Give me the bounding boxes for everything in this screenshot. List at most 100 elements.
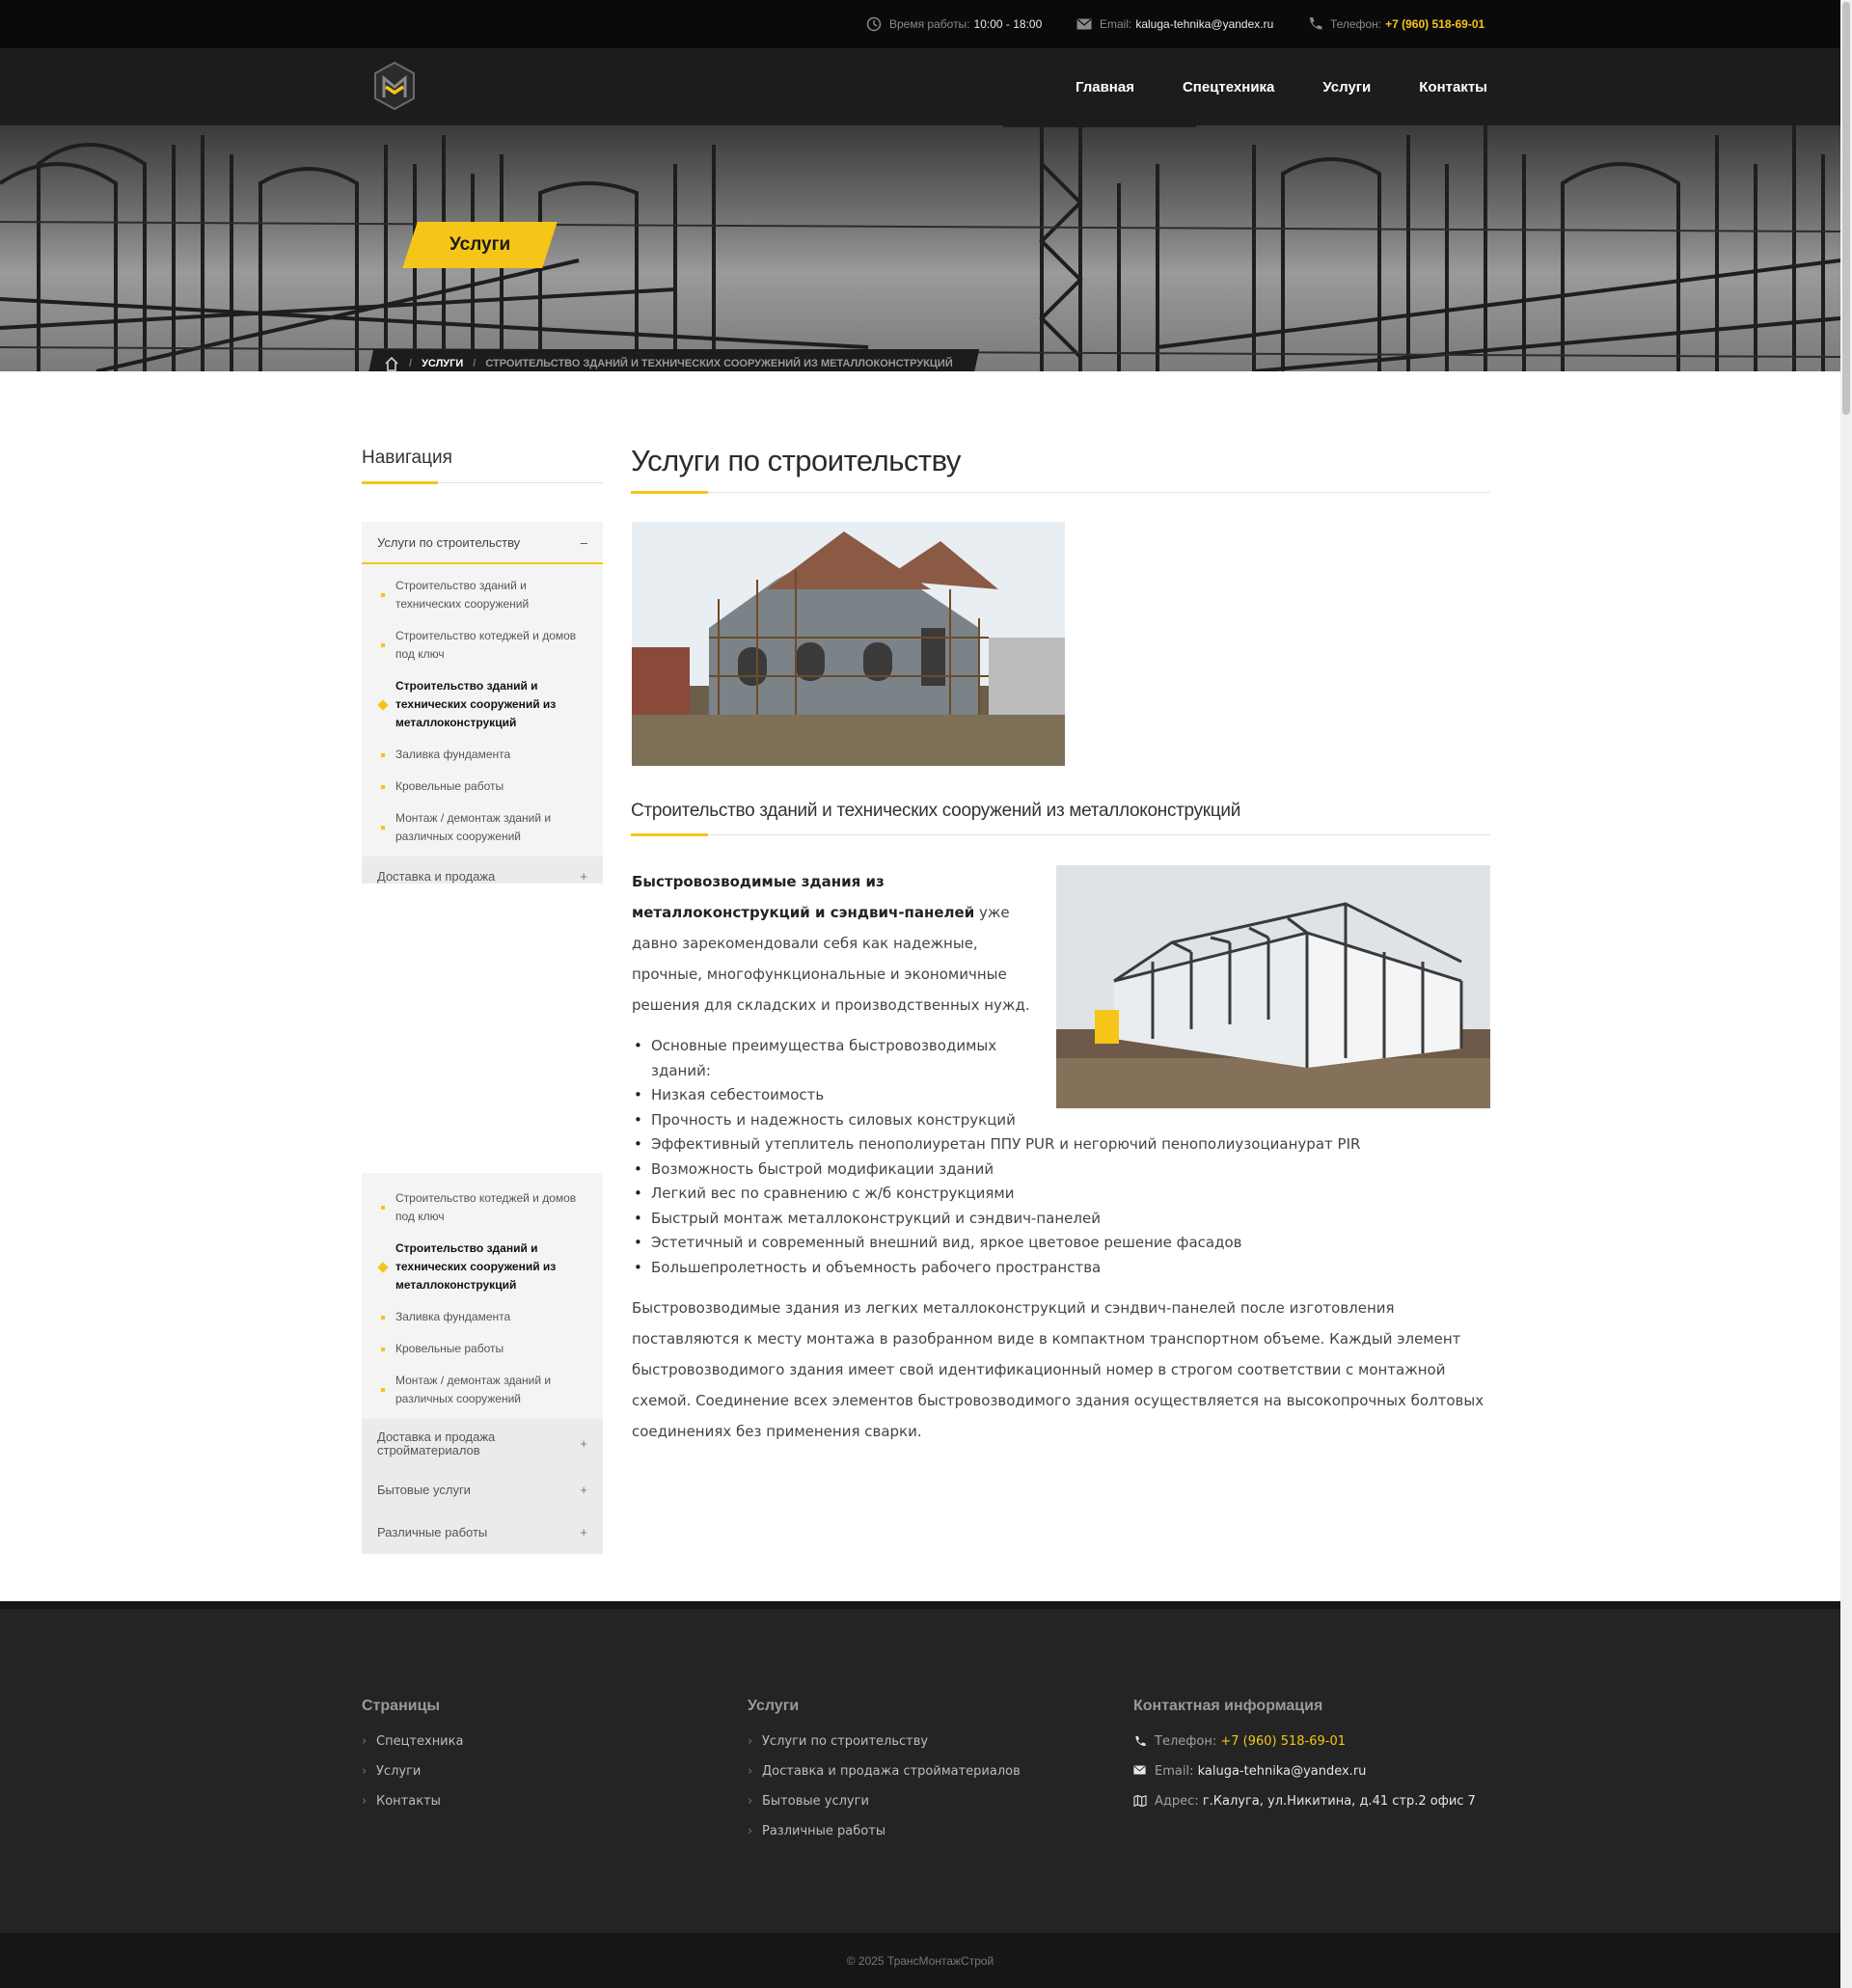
- footer-phone-label: Телефон:: [1155, 1734, 1217, 1749]
- footer-pages-column: Страницы Спецтехника Услуги Контакты: [362, 1698, 463, 1816]
- email-link[interactable]: kaluga-tehnika@yandex.ru: [1135, 17, 1273, 31]
- phone-icon: [1135, 1735, 1146, 1746]
- footer-services-column: Услуги Услуги по строительству Доставка …: [748, 1698, 1021, 1846]
- sidebar: Навигация Услуги по строительству – Стро…: [362, 448, 603, 1554]
- breadcrumb-current: Строительство зданий и технических соору…: [485, 358, 953, 369]
- footer-contacts-title: Контактная информация: [1133, 1698, 1323, 1714]
- sidebar-subitem[interactable]: Заливка фундамента: [362, 739, 603, 771]
- sidebar-subitem-active[interactable]: Строительство зданий и технических соору…: [362, 670, 603, 739]
- list-item: Легкий вес по сравнению с ж/б конструкци…: [632, 1182, 1490, 1207]
- main-content: Услуги по строительству Строительство зд…: [631, 444, 1490, 1440]
- footer-email-link[interactable]: kaluga-tehnika@yandex.ru: [1198, 1764, 1367, 1779]
- hours-label: Время работы:: [889, 17, 970, 31]
- footer-link[interactable]: Спецтехника: [362, 1727, 463, 1757]
- sidebar-category-label: Доставка и продажа стройматериалов: [377, 1430, 496, 1457]
- sidebar-category-construction[interactable]: Услуги по строительству –: [362, 522, 603, 564]
- nav-contacts[interactable]: Контакты: [1419, 79, 1487, 95]
- sidebar-subitem[interactable]: Монтаж / демонтаж зданий и различных соо…: [362, 803, 603, 853]
- sidebar-category-household[interactable]: Бытовые услуги +: [362, 1469, 603, 1511]
- breadcrumb-services[interactable]: Услуги: [422, 358, 463, 369]
- footer-address: Адрес: г.Калуга, ул.Никитина, д.41 стр.2…: [1133, 1786, 1476, 1816]
- phone-label: Телефон:: [1330, 17, 1382, 31]
- sidebar-menu-top: Услуги по строительству – Строительство …: [362, 522, 603, 884]
- list-item: Большепролетность и объемность рабочего …: [632, 1256, 1490, 1281]
- sidebar-subitem[interactable]: Строительство котеджей и домов под ключ: [362, 620, 603, 670]
- sidebar-subitem[interactable]: Кровельные работы: [362, 771, 603, 803]
- sidebar-subitem[interactable]: Строительство котеджей и домов под ключ: [362, 1183, 603, 1233]
- footer-top-strip: [0, 1601, 1840, 1609]
- section-title: Строительство зданий и технических соору…: [631, 801, 1490, 836]
- footer-link[interactable]: Бытовые услуги: [748, 1786, 1021, 1816]
- hero-banner: Услуги: [0, 125, 1840, 371]
- header: Главная Спецтехника Услуги Контакты: [0, 48, 1840, 125]
- breadcrumb: / Услуги / Строительство зданий и технич…: [384, 349, 953, 378]
- footer-link[interactable]: Контакты: [362, 1786, 463, 1816]
- sidebar-submenu: Строительство зданий и технических соору…: [362, 564, 603, 857]
- scrollbar-thumb[interactable]: [1842, 2, 1850, 415]
- footer-email-label: Email:: [1155, 1764, 1194, 1779]
- sidebar-category-label: Бытовые услуги: [377, 1483, 471, 1497]
- company-logo-icon[interactable]: [372, 61, 417, 111]
- copyright: © 2025 ТрансМонтажСтрой: [0, 1933, 1840, 1988]
- sidebar-subitem[interactable]: Строительство зданий и технических соору…: [362, 570, 603, 620]
- footer-link[interactable]: Услуги по строительству: [748, 1727, 1021, 1757]
- expand-icon[interactable]: +: [580, 870, 587, 884]
- sidebar-category-delivery[interactable]: Доставка и продажа стройматериалов +: [362, 1419, 603, 1469]
- intro-bold: Быстровозводимые здания из металлоконстр…: [632, 873, 975, 921]
- top-email: Email: kaluga-tehnika@yandex.ru: [1076, 0, 1273, 48]
- list-item: Прочность и надежность силовых конструкц…: [632, 1108, 1490, 1133]
- nav-machinery[interactable]: Спецтехника: [1183, 79, 1274, 95]
- page-title: Услуги по строительству: [631, 444, 1490, 494]
- main-nav: Главная Спецтехника Услуги Контакты: [1027, 48, 1487, 125]
- footer-link[interactable]: Доставка и продажа стройматериалов: [748, 1757, 1021, 1786]
- clock-icon: [866, 16, 882, 32]
- advantages-list: Основные преимущества быстровозводимых з…: [632, 1034, 1490, 1280]
- sidebar-subitem[interactable]: Заливка фундамента: [362, 1301, 603, 1333]
- footer-email: Email: kaluga-tehnika@yandex.ru: [1133, 1757, 1476, 1786]
- house-construction-photo: [632, 522, 1065, 766]
- home-icon[interactable]: [384, 356, 399, 371]
- intro-text: Быстровозводимые здания из металлоконстр…: [632, 866, 1037, 1021]
- sidebar-subitem[interactable]: Кровельные работы: [362, 1333, 603, 1365]
- list-item: Эстетичный и современный внешний вид, яр…: [632, 1231, 1490, 1256]
- sidebar-category-delivery-partial[interactable]: Доставка и продажа +: [362, 857, 603, 884]
- top-phone: Телефон: +7 (960) 518-69-01: [1307, 0, 1484, 48]
- envelope-icon: [1133, 1765, 1146, 1775]
- sidebar-category-misc[interactable]: Различные работы +: [362, 1511, 603, 1554]
- footer: Страницы Спецтехника Услуги Контакты Усл…: [0, 1609, 1840, 1933]
- expand-icon[interactable]: +: [580, 1526, 587, 1539]
- email-label: Email:: [1100, 17, 1132, 31]
- footer-pages-title: Страницы: [362, 1698, 441, 1714]
- sidebar-submenu: Строительство котеджей и домов под ключ …: [362, 1173, 603, 1419]
- map-icon: [1133, 1795, 1147, 1807]
- footer-services-title: Услуги: [748, 1698, 800, 1714]
- hours-value: 10:00 - 18:00: [973, 17, 1043, 31]
- footer-address-label: Адрес:: [1155, 1794, 1199, 1809]
- phone-link[interactable]: +7 (960) 518-69-01: [1385, 17, 1484, 31]
- sidebar-subitem-active[interactable]: Строительство зданий и технических соору…: [362, 1233, 603, 1301]
- construction-silhouette-image: [0, 125, 1840, 371]
- footer-link[interactable]: Различные работы: [748, 1816, 1021, 1846]
- footer-phone: Телефон: +7 (960) 518-69-01: [1133, 1727, 1476, 1757]
- sidebar-category-label: Различные работы: [377, 1525, 488, 1539]
- nav-services[interactable]: Услуги: [1322, 79, 1371, 95]
- expand-icon[interactable]: +: [580, 1437, 587, 1451]
- sidebar-title: Навигация: [362, 448, 603, 484]
- footer-phone-link[interactable]: +7 (960) 518-69-01: [1220, 1734, 1346, 1749]
- sidebar-subitem[interactable]: Монтаж / демонтаж зданий и различных соо…: [362, 1365, 603, 1415]
- hero-title: Услуги: [449, 234, 511, 255]
- footer-link[interactable]: Услуги: [362, 1757, 463, 1786]
- footer-contacts-column: Контактная информация Телефон: +7 (960) …: [1133, 1698, 1476, 1816]
- list-item: Низкая себестоимость: [632, 1083, 1490, 1108]
- list-item: Быстрый монтаж металлоконструкций и сэнд…: [632, 1207, 1490, 1232]
- list-item: Эффективный утеплитель пенополиуретан ПП…: [632, 1132, 1490, 1157]
- sidebar-category-label: Услуги по строительству: [377, 534, 521, 550]
- expand-icon[interactable]: +: [580, 1484, 587, 1497]
- phone-icon: [1310, 17, 1322, 30]
- breadcrumb-separator: /: [473, 358, 477, 369]
- collapse-icon[interactable]: –: [581, 535, 587, 550]
- envelope-icon: [1076, 18, 1092, 30]
- nav-home[interactable]: Главная: [1076, 79, 1134, 95]
- description-paragraph: Быстровозводимые здания из легких металл…: [632, 1299, 1484, 1440]
- top-bar: Время работы: 10:00 - 18:00 Email: kalug…: [0, 0, 1840, 48]
